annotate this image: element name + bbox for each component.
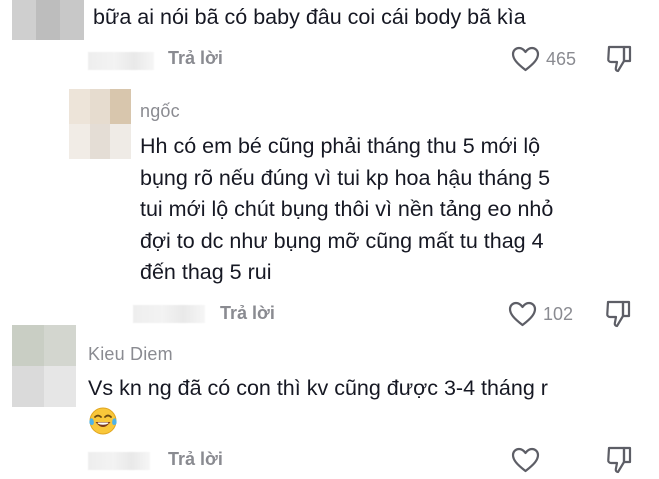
comment-text-line: đợi to dc như bụng mỡ cũng mất tu thag 4 (140, 228, 544, 253)
reply-button[interactable]: Trả lời (220, 303, 275, 324)
comment-text-line: tui mới lộ chút bụng thôi vì nền tảng eo… (140, 197, 554, 221)
avatar[interactable] (69, 89, 131, 159)
reply-button[interactable]: Trả lời (168, 48, 223, 69)
thumbs-down-icon[interactable] (604, 299, 632, 329)
avatar[interactable] (12, 325, 76, 407)
comment-text-line: bụng rõ nếu đúng vì tui kp hoa hậu tháng… (140, 165, 551, 190)
comment-text-line: Hh có em bé cũng phải tháng thu 5 mới lộ (140, 134, 541, 158)
heart-icon[interactable] (511, 46, 540, 72)
heart-icon[interactable] (508, 301, 537, 327)
comment-date (88, 452, 150, 470)
face-with-tears-of-joy-icon (89, 407, 117, 435)
comment-date (133, 305, 205, 323)
like-count: 465 (546, 49, 577, 69)
comment-text: Vs kn ng đã có con thì kv cũng được 3-4 … (88, 376, 548, 400)
thumbs-down-icon[interactable] (605, 445, 633, 475)
heart-icon[interactable] (511, 447, 540, 473)
thumbs-down-icon[interactable] (605, 44, 633, 74)
avatar[interactable] (12, 0, 84, 40)
author-name[interactable]: Kieu Diem (88, 344, 173, 365)
like-count: 102 (543, 304, 574, 324)
author-name[interactable]: ngốc (140, 101, 180, 122)
reply-button[interactable]: Trả lời (168, 449, 223, 470)
comment-text: bữa ai nói bã có baby đâu coi cái body b… (93, 5, 526, 29)
comment-date (88, 52, 154, 70)
comment-text-line: đến thag 5 rui (140, 260, 272, 284)
